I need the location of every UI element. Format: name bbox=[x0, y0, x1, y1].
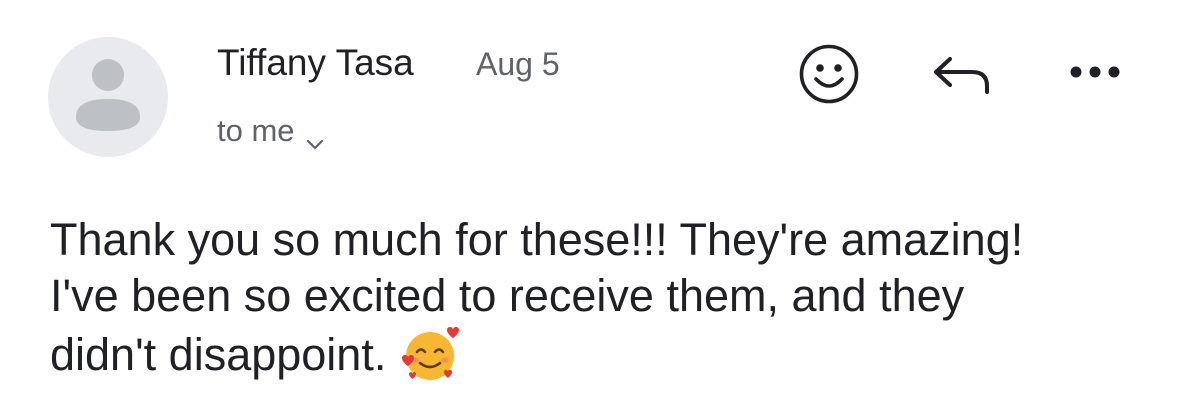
chevron-down-icon bbox=[305, 124, 325, 150]
sender-name[interactable]: Tiffany Tasa bbox=[217, 42, 414, 84]
more-horizontal-icon bbox=[1070, 66, 1120, 78]
reply-button[interactable] bbox=[930, 53, 992, 97]
body-line-last: didn't disappoint. bbox=[50, 324, 1160, 397]
add-reaction-button[interactable] bbox=[798, 43, 860, 105]
body-line: Thank you so much for these!!! They're a… bbox=[50, 214, 1024, 265]
smiling-face-with-hearts-icon bbox=[400, 324, 462, 397]
more-options-button[interactable] bbox=[1068, 62, 1122, 82]
smiley-face-icon bbox=[799, 44, 859, 104]
body-line-text: didn't disappoint. bbox=[50, 329, 387, 380]
sender-avatar[interactable] bbox=[48, 37, 168, 157]
person-silhouette-icon bbox=[76, 59, 140, 131]
recipient-toggle[interactable]: to me bbox=[217, 113, 325, 150]
message-body: Thank you so much for these!!! They're a… bbox=[50, 212, 1160, 397]
recipient-label: to me bbox=[217, 113, 295, 148]
message-date: Aug 5 bbox=[476, 46, 560, 82]
reply-arrow-icon bbox=[934, 57, 989, 94]
body-line: I've been so excited to receive them, an… bbox=[50, 270, 965, 321]
